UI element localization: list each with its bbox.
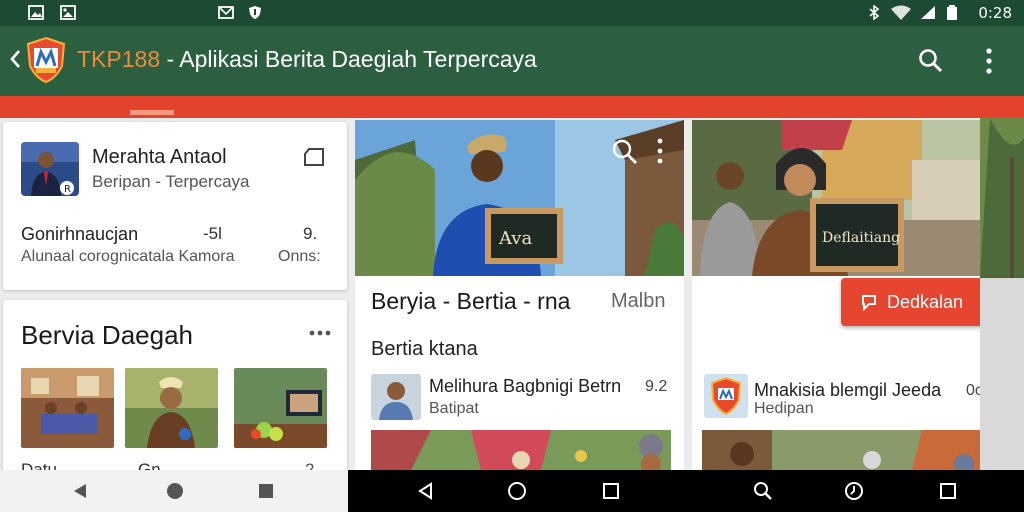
photo-sign-text: Deflaitiang [822,230,900,246]
news-item-title[interactable]: Mnakisia blemgil Jeeda [754,380,941,401]
stat-value: -5l [203,224,222,243]
avatar [371,374,421,420]
back-triangle-icon[interactable] [70,481,90,501]
screen: 0:28 TKP188 - Aplikasi Berita Daegiah Te… [0,0,1024,512]
home-circle-icon[interactable] [165,481,185,501]
status-bar: 0:28 [0,0,1024,26]
news-item-subtitle: Hedipan [754,400,814,417]
search-icon[interactable] [918,48,944,74]
edge-photo [980,118,1024,470]
navigation-bar [0,470,1024,512]
logo [26,36,66,84]
news-thumbnail[interactable] [234,368,327,448]
more-vert-icon[interactable] [655,138,665,164]
shield-icon [249,6,261,19]
news-thumbnail[interactable] [21,368,114,448]
profile-subtitle: Beripan - Terpercaya [92,172,250,191]
battery-icon [947,5,957,20]
featured-title-text: Beryia - Bertia [371,288,517,314]
more-horiz-icon[interactable] [309,330,331,336]
app-bar: TKP188 - Aplikasi Berita Daegiah Terperc… [0,26,1024,96]
featured-title-suffix: - rna [523,288,571,314]
featured-news-card[interactable]: Ava Beryia - Bertia - rna Malbn Bertia k… [355,120,684,470]
recents-square-icon[interactable] [938,481,958,501]
featured-subtitle: Bertia ktana [371,338,478,360]
bluetooth-icon [869,5,880,20]
app-title: TKP188 - Aplikasi Berita Daegiah Terperc… [77,46,537,73]
clock-time: 0:28 [978,4,1012,22]
more-vert-icon[interactable] [980,46,998,76]
news-item-value: 0c: [966,382,980,399]
featured-side-label: Malbn [611,290,666,312]
back-icon[interactable] [8,48,22,70]
home-circle-icon[interactable] [507,481,527,501]
recents-square-icon[interactable] [256,481,276,501]
app-brand: TKP188 [77,46,161,72]
wifi-icon [891,5,911,20]
bookmark-icon[interactable] [303,148,325,166]
svg-text:R: R [64,184,71,195]
photo-sign-text: Ava [498,228,532,249]
stat-value: Onns: [278,248,321,265]
gallery-icon [60,5,76,20]
image-icon [28,5,44,20]
avatar: R [21,142,79,196]
cta-label: Dedkalan [887,292,964,312]
news-item-title[interactable]: Melihura Bagbnigi Betrn [429,376,621,397]
mail-icon [218,6,234,19]
news-photo-strip[interactable] [371,430,671,470]
featured-title: Beryia - Bertia - rna [371,288,570,315]
stat-value: 9. [303,224,318,243]
profile-card[interactable]: R Merahta Antaol Beripan - Terpercaya Go… [3,122,347,290]
news-thumbnail[interactable] [125,368,218,448]
clock-icon[interactable] [844,481,864,501]
cta-button[interactable]: Dedkalan [841,278,980,326]
app-title-text: - Aplikasi Berita Daegiah Terpercaya [160,46,537,72]
logo [704,374,748,418]
news-item-value: 9.2 [645,378,668,395]
section-title: Bervia Daegah [21,320,193,350]
share-icon [862,295,876,312]
regional-news-card[interactable]: Bervia Daegah Datu Gn 2 [3,300,347,479]
back-triangle-icon[interactable] [416,481,436,501]
stat-label: Gonirhnaucjan [21,224,139,244]
stat-label: Alunaal corognicatala Kamora [21,248,235,265]
news-photo-strip[interactable] [702,430,980,470]
news-item-subtitle: Batipat [429,400,479,417]
recents-square-icon[interactable] [601,481,621,501]
search-icon[interactable] [611,138,639,166]
news-photo[interactable]: Deflaitiang [692,120,980,276]
search-icon[interactable] [753,481,773,501]
signal-icon [921,6,935,19]
profile-name: Merahta Antaol [92,146,227,168]
right-news-card[interactable]: Deflaitiang Dedkalan Mnakisia blemgil Je… [692,120,980,470]
tab-indicator [130,110,174,115]
